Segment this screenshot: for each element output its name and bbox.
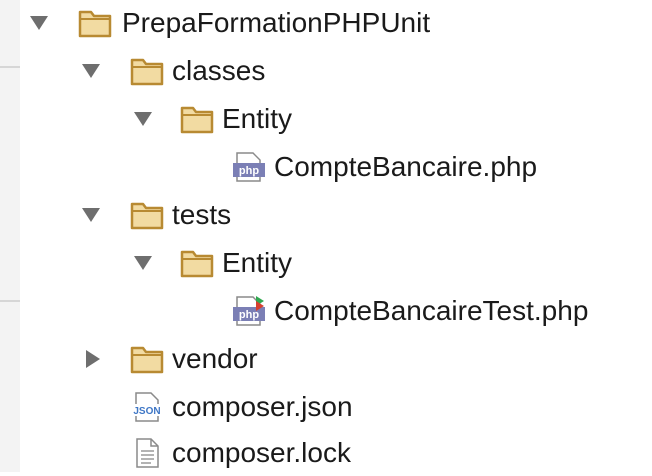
expand-toggle[interactable] bbox=[78, 202, 104, 228]
expand-toggle[interactable] bbox=[80, 346, 106, 372]
tree-row-vendor[interactable]: vendor bbox=[0, 336, 652, 382]
php-badge-text: php bbox=[239, 165, 259, 177]
folder-icon bbox=[130, 202, 164, 230]
folder-icon bbox=[130, 346, 164, 374]
tree-row-tests[interactable]: tests bbox=[0, 192, 652, 238]
tree-row-comptebancairetest-php[interactable]: php CompteBancaireTest.php bbox=[0, 288, 652, 334]
text-file-icon bbox=[136, 438, 159, 468]
chevron-down-icon bbox=[82, 64, 100, 78]
tree-row-composer-json[interactable]: JSON composer.json bbox=[0, 384, 652, 430]
folder-icon bbox=[180, 250, 214, 278]
folder-icon bbox=[130, 58, 164, 86]
tree-item-label: CompteBancaireTest.php bbox=[274, 295, 589, 326]
folder-icon bbox=[78, 10, 112, 38]
tree-row-entity[interactable]: Entity bbox=[0, 96, 652, 142]
expand-toggle[interactable] bbox=[130, 250, 156, 276]
project-tree: PrepaFormationPHPUnit classes Entity php… bbox=[0, 0, 652, 472]
tree-item-label: tests bbox=[172, 199, 232, 230]
tree-row-prepaformationphpunit[interactable]: PrepaFormationPHPUnit bbox=[0, 0, 652, 46]
expand-toggle[interactable] bbox=[26, 10, 52, 36]
tree-row-composer-lock[interactable]: composer.lock bbox=[0, 430, 652, 476]
tree-item-label: classes bbox=[172, 55, 266, 86]
php-test-file-icon: php bbox=[233, 296, 265, 326]
tree-item-label: composer.lock bbox=[172, 437, 351, 468]
tree-item-label: Entity bbox=[222, 247, 293, 278]
chevron-down-icon bbox=[134, 256, 152, 270]
json-badge-text: JSON bbox=[133, 406, 160, 417]
folder-icon bbox=[180, 106, 214, 134]
php-file-icon: php bbox=[233, 152, 265, 182]
expand-toggle[interactable] bbox=[78, 58, 104, 84]
chevron-right-icon bbox=[86, 350, 100, 368]
tree-item-label: vendor bbox=[172, 343, 258, 374]
tree-row-comptebancaire-php[interactable]: php CompteBancaire.php bbox=[0, 144, 652, 190]
tree-row-entity[interactable]: Entity bbox=[0, 240, 652, 286]
tree-item-label: Entity bbox=[222, 103, 293, 134]
expand-toggle[interactable] bbox=[130, 106, 156, 132]
chevron-down-icon bbox=[82, 208, 100, 222]
tree-item-label: CompteBancaire.php bbox=[274, 151, 538, 182]
json-file-icon: JSON bbox=[131, 392, 163, 422]
tree-item-label: composer.json bbox=[172, 391, 353, 422]
tree-item-label: PrepaFormationPHPUnit bbox=[122, 7, 431, 38]
chevron-down-icon bbox=[134, 112, 152, 126]
tree-row-classes[interactable]: classes bbox=[0, 48, 652, 94]
chevron-down-icon bbox=[30, 16, 48, 30]
